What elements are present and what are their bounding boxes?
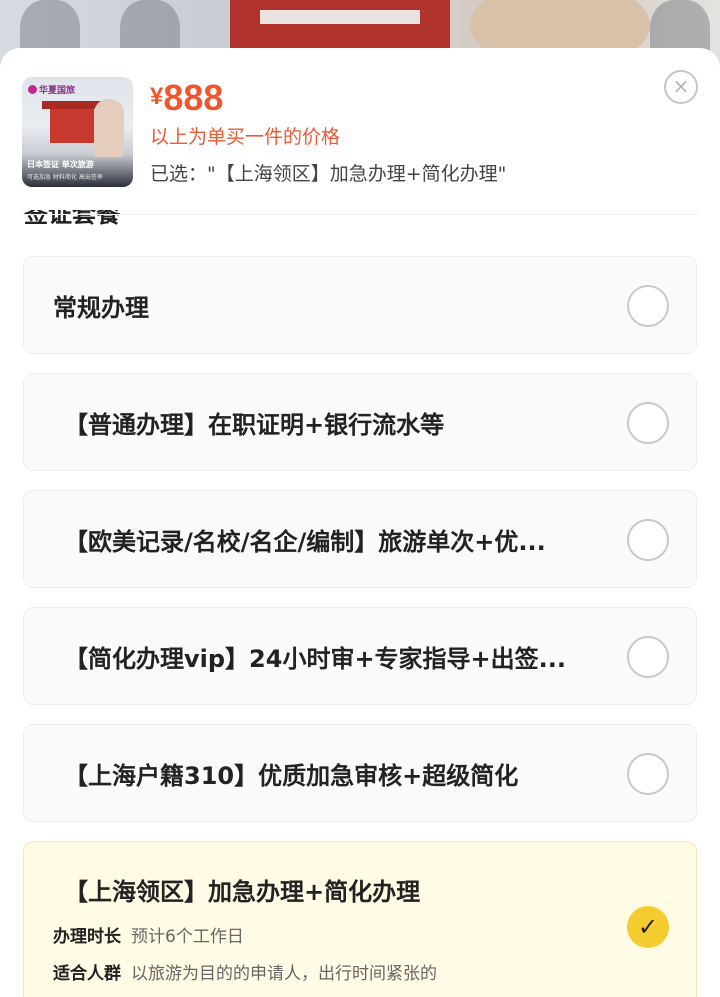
option-label: 【上海户籍310】优质加急审核+超级简化 <box>64 762 519 790</box>
radio-button[interactable] <box>627 519 669 561</box>
option-detail-audience: 适合人群 以旅游为目的的申请人，出行时间紧张的 <box>53 959 437 984</box>
price-note: 以上为单买一件的价格 <box>150 126 341 148</box>
radio-button-checked[interactable]: ✓ <box>627 906 669 948</box>
option-card-regular[interactable]: 常规办理 <box>23 256 697 354</box>
option-card-euro-us-record[interactable]: 【欧美记录/名校/名企/编制】旅游单次+优... <box>23 490 697 588</box>
option-detail-duration: 办理时长 预计6个工作日 <box>53 922 244 947</box>
option-card-normal[interactable]: 【普通办理】在职证明+银行流水等 <box>23 373 697 471</box>
person-illustration <box>94 99 124 157</box>
radio-button[interactable] <box>627 636 669 678</box>
temple-roof-decoration <box>230 0 450 50</box>
close-button[interactable]: × <box>664 70 698 104</box>
option-card-shanghai-hukou[interactable]: 【上海户籍310】优质加急审核+超级简化 <box>23 724 697 822</box>
check-icon: ✓ <box>637 913 659 941</box>
price-currency: ¥ <box>150 83 164 110</box>
option-label: 【普通办理】在职证明+银行流水等 <box>64 411 445 439</box>
price-value: 888 <box>163 77 224 118</box>
detail-key: 办理时长 <box>53 927 121 947</box>
temple-illustration <box>42 101 102 143</box>
product-thumbnail[interactable]: 华夏国旅 日本签证 单次旅游 可选加急 材料简化 高出签率 <box>22 77 133 187</box>
thumbnail-subcaption: 可选加急 材料简化 高出签率 <box>27 174 103 181</box>
thumbnail-caption: 日本签证 单次旅游 <box>27 160 94 169</box>
option-card-simplified-vip[interactable]: 【简化办理vip】24小时审+专家指导+出签... <box>23 607 697 705</box>
radio-button[interactable] <box>627 402 669 444</box>
selected-option-summary: 已选："【上海领区】加急办理+简化办理" <box>150 163 507 185</box>
brand-logo: 华夏国旅 <box>28 83 75 96</box>
option-label: 【简化办理vip】24小时审+专家指导+出签... <box>64 645 567 673</box>
price: ¥888 <box>150 77 223 119</box>
radio-button[interactable] <box>627 753 669 795</box>
detail-value: 预计6个工作日 <box>131 927 244 947</box>
radio-button[interactable] <box>627 285 669 327</box>
option-label: 【上海领区】加急办理+简化办理 <box>64 878 421 906</box>
close-icon: × <box>672 74 690 98</box>
option-label: 【欧美记录/名校/名企/编制】旅游单次+优... <box>64 528 546 556</box>
detail-value: 以旅游为目的的申请人，出行时间紧张的 <box>131 964 437 984</box>
header-divider <box>22 214 698 215</box>
sku-selection-sheet: 华夏国旅 日本签证 单次旅游 可选加急 材料简化 高出签率 ¥888 以上为单买… <box>0 48 720 997</box>
option-card-shanghai-consulate[interactable]: 【上海领区】加急办理+简化办理 办理时长 预计6个工作日 适合人群 以旅游为目的的申… <box>23 841 697 997</box>
detail-key: 适合人群 <box>53 964 121 984</box>
option-label: 常规办理 <box>53 294 149 322</box>
